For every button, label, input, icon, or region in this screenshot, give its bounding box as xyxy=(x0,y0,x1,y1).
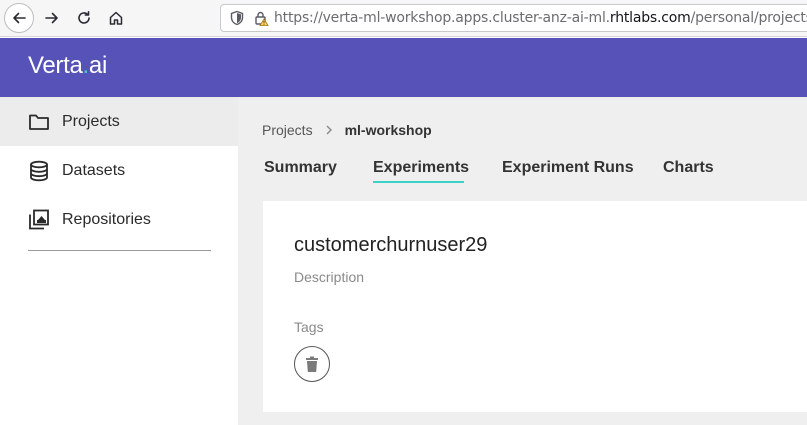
home-icon xyxy=(109,11,123,25)
sidebar-item-label: Projects xyxy=(62,112,120,130)
tab-experiments[interactable]: Experiments xyxy=(373,159,469,177)
breadcrumb-projects-link[interactable]: Projects xyxy=(262,122,313,138)
tab-experiment-runs[interactable]: Experiment Runs xyxy=(502,159,634,177)
url-domain: rhtlabs.com xyxy=(609,10,691,26)
delete-experiment-button[interactable] xyxy=(294,346,330,382)
trash-icon xyxy=(306,356,318,372)
sidebar-item-datasets[interactable]: Datasets xyxy=(0,146,238,195)
breadcrumb: Projects ml-workshop xyxy=(262,122,432,138)
browser-toolbar: https://verta-ml-workshop.apps.cluster-a… xyxy=(0,0,807,37)
back-button[interactable] xyxy=(4,3,34,33)
breadcrumb-current: ml-workshop xyxy=(344,122,432,138)
experiment-card: customerchurnuser29 Description Tags xyxy=(263,201,807,412)
sidebar-divider xyxy=(28,250,211,251)
experiment-name[interactable]: customerchurnuser29 xyxy=(294,234,487,257)
arrow-left-icon xyxy=(13,12,26,24)
url-text: https://verta-ml-workshop.apps.cluster-a… xyxy=(274,10,807,26)
sidebar-item-projects[interactable]: Projects xyxy=(0,97,238,146)
app-header: Verta.ai xyxy=(0,38,807,97)
main-content: Projects ml-workshop Summary Experiments… xyxy=(238,97,807,425)
sidebar-item-label: Datasets xyxy=(62,161,126,179)
folder-icon xyxy=(28,111,50,133)
shield-icon[interactable] xyxy=(229,10,245,26)
url-path: /personal/projects/2 xyxy=(690,10,807,26)
experiment-description[interactable]: Description xyxy=(294,269,364,285)
sidebar-item-repositories[interactable]: Repositories xyxy=(0,195,238,244)
experiment-tags[interactable]: Tags xyxy=(294,319,324,335)
active-tab-indicator xyxy=(373,181,464,183)
logo-suffix: ai xyxy=(88,52,108,79)
chevron-right-icon xyxy=(325,125,333,135)
arrow-right-icon xyxy=(45,12,58,24)
home-button[interactable] xyxy=(101,4,131,32)
sidebar: Projects Datasets Repositories xyxy=(0,97,238,425)
address-bar[interactable]: https://verta-ml-workshop.apps.cluster-a… xyxy=(220,4,807,32)
logo-text: Verta xyxy=(28,52,83,79)
sidebar-item-label: Repositories xyxy=(62,210,151,228)
url-prefix: https://verta-ml-workshop.apps.cluster-a… xyxy=(274,10,610,26)
tab-summary[interactable]: Summary xyxy=(264,159,337,177)
database-icon xyxy=(28,160,50,182)
repository-icon xyxy=(28,209,50,231)
forward-button[interactable] xyxy=(37,4,67,32)
verta-logo[interactable]: Verta.ai xyxy=(28,52,107,80)
reload-button[interactable] xyxy=(69,4,99,32)
reload-icon xyxy=(78,11,90,24)
lock-warning-icon[interactable] xyxy=(253,10,269,26)
tab-charts[interactable]: Charts xyxy=(663,159,714,177)
